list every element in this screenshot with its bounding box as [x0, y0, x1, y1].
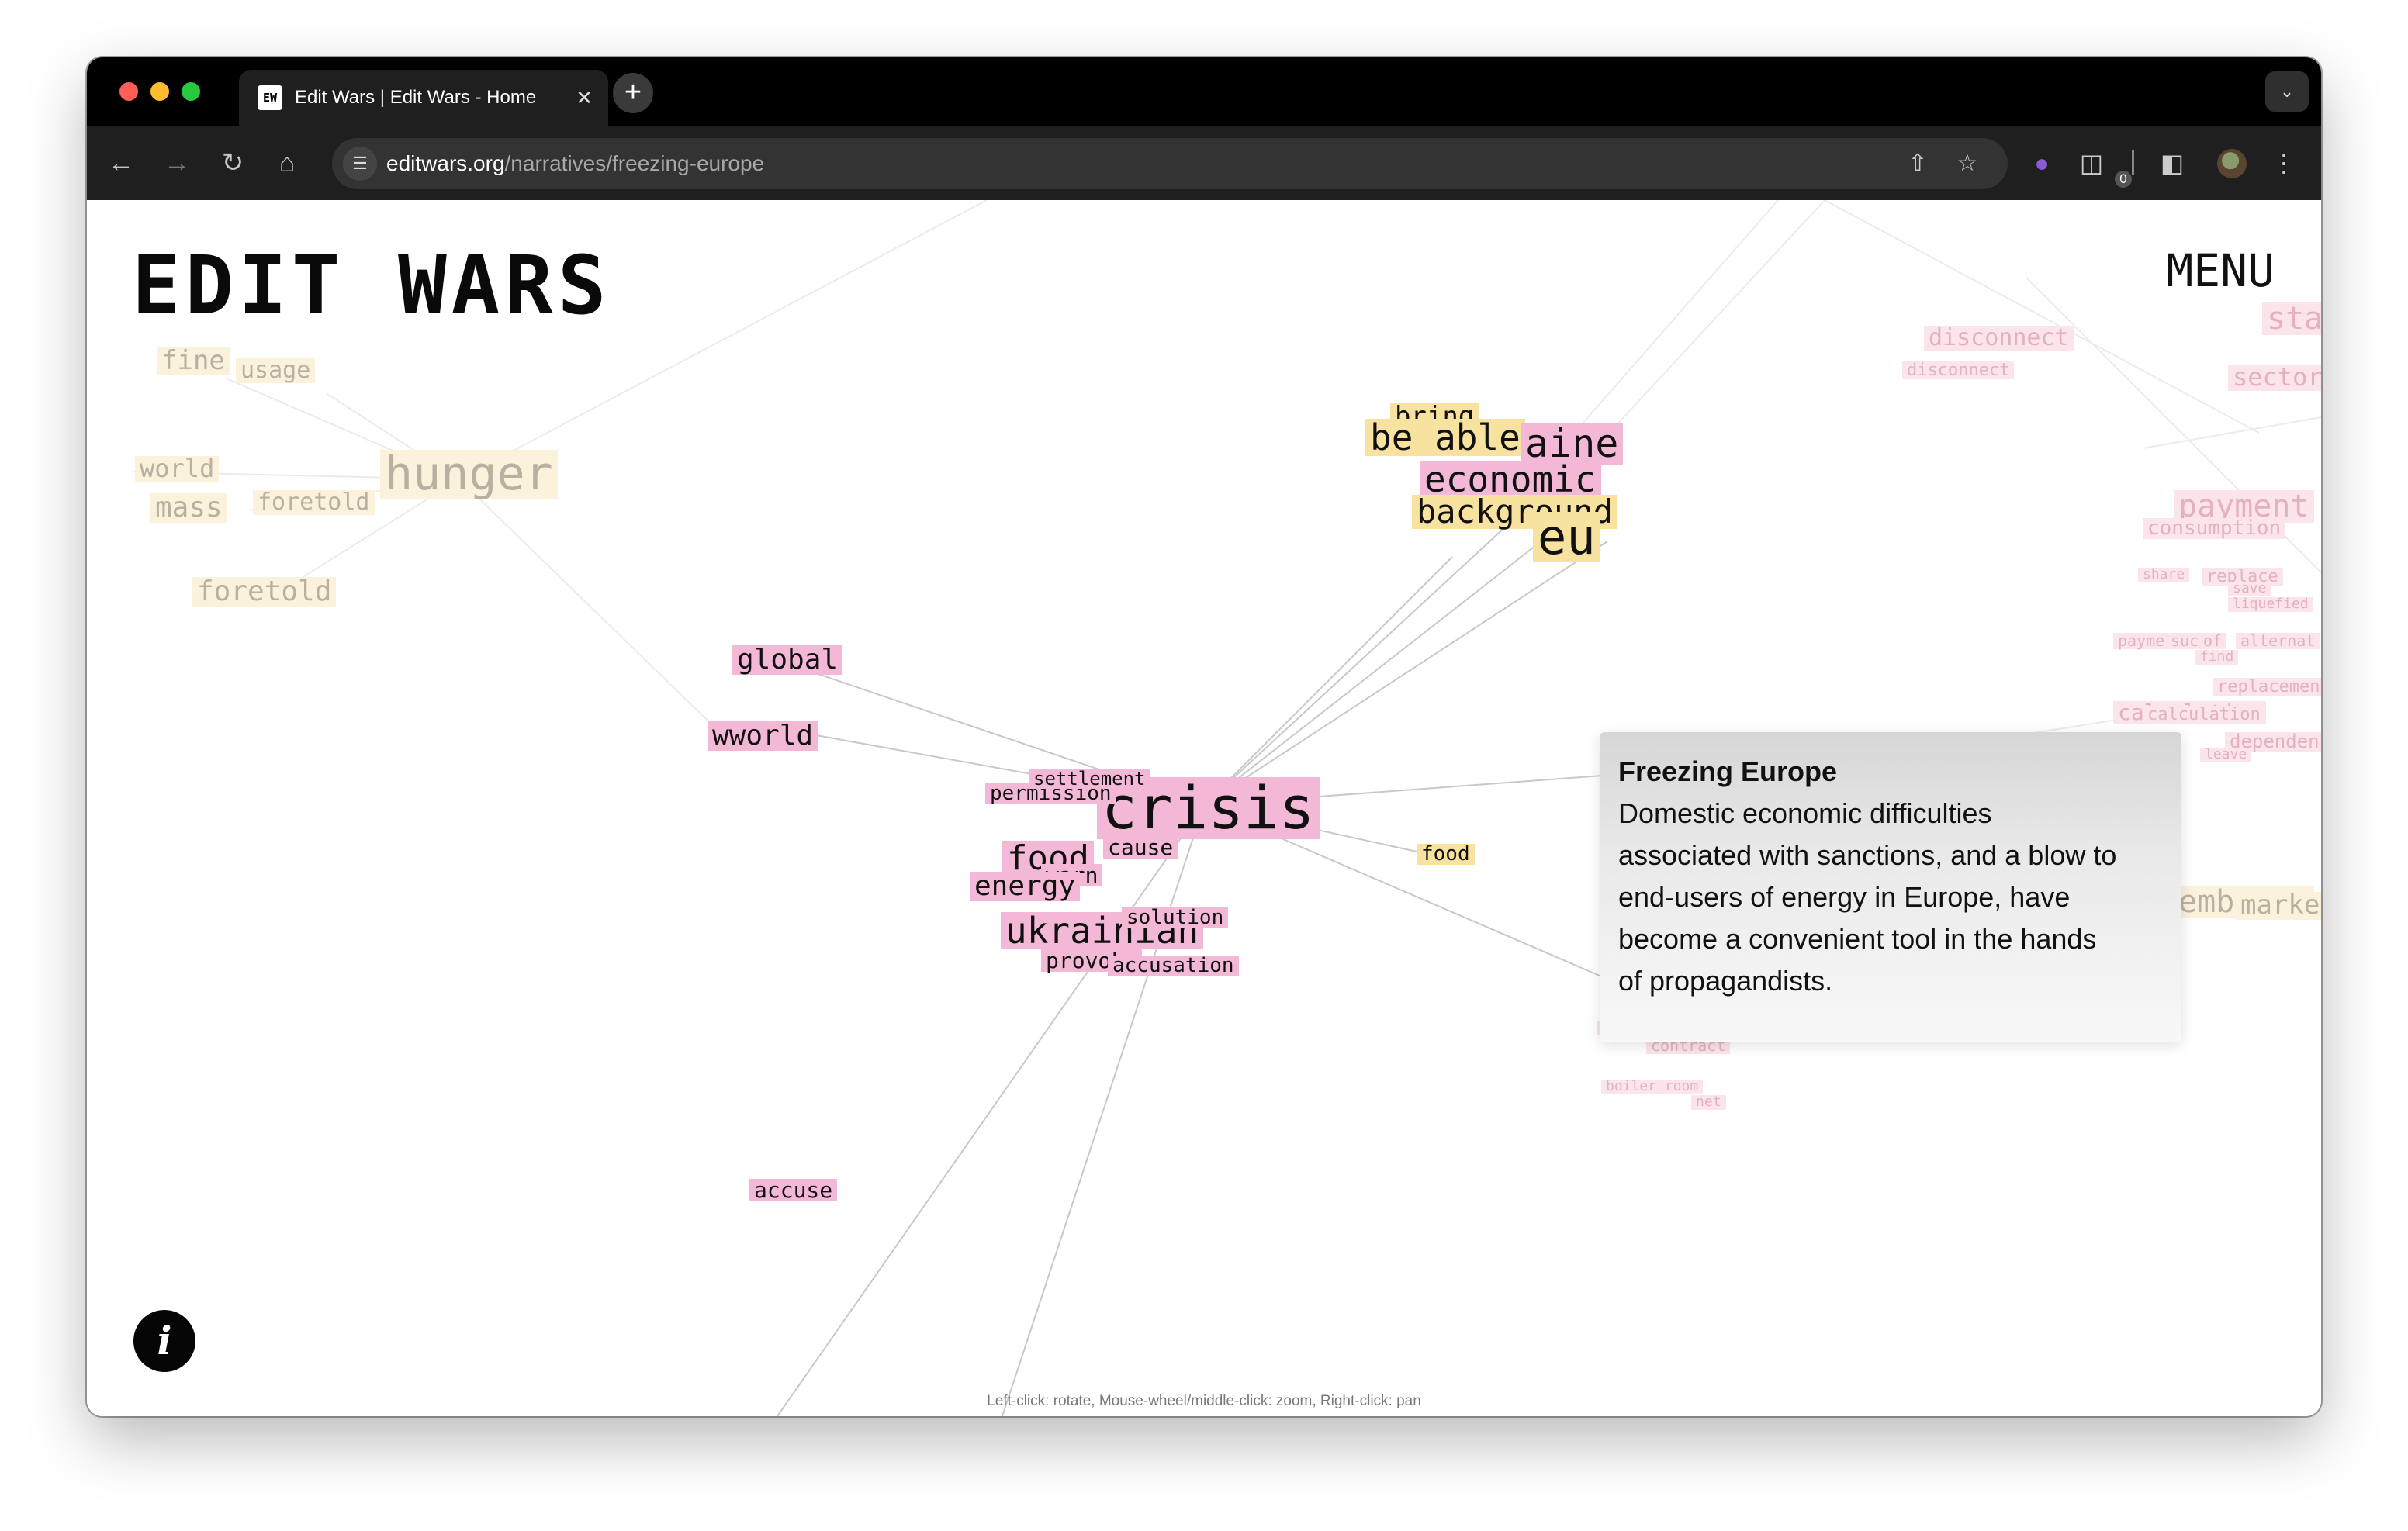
tab-search-chevron-icon[interactable]: ⌄: [2265, 71, 2309, 112]
tab-edit-wars[interactable]: EW Edit Wars | Edit Wars - Home ✕: [239, 70, 608, 126]
menu-button[interactable]: MENU: [2166, 248, 2275, 293]
graph-word[interactable]: global: [732, 645, 843, 675]
graph-word[interactable]: share: [2138, 567, 2190, 582]
tab-bar: EW Edit Wars | Edit Wars - Home ✕ + ⌄: [87, 57, 2321, 126]
graph-word[interactable]: hunger: [380, 450, 558, 499]
info-icon[interactable]: i: [133, 1310, 195, 1372]
back-icon[interactable]: ←: [102, 144, 140, 181]
graph-word[interactable]: foretold: [253, 490, 375, 515]
toolbar-divider: [2132, 150, 2134, 175]
favicon-icon: EW: [258, 85, 282, 110]
sidebar-icon[interactable]: ◧: [2154, 144, 2191, 181]
navigation-bar: ← → ↻ ⌂ ☰ editwars.org/narratives/freezi…: [87, 126, 2321, 200]
close-icon[interactable]: ✕: [576, 85, 593, 110]
graph-word[interactable]: disconnect: [1902, 361, 2015, 379]
site-logo[interactable]: EDIT WARS: [132, 245, 611, 326]
graph-word[interactable]: food: [1417, 843, 1475, 866]
bookmark-star-icon[interactable]: ☆: [1949, 145, 1986, 182]
graph-word[interactable]: net: [1691, 1094, 1726, 1110]
home-icon[interactable]: ⌂: [268, 144, 306, 181]
extension-icon[interactable]: ●: [2023, 144, 2060, 181]
graph-word[interactable]: liquefied: [2228, 596, 2313, 612]
url-path: /narratives/freezing-europe: [504, 151, 765, 175]
tooltip-line: end-users of energy in Europe, have: [1618, 881, 2071, 913]
page-viewport[interactable]: EDIT WARS MENU fine usage world hunger m…: [87, 200, 2321, 1416]
url-text[interactable]: editwars.org/narratives/freezing-europe: [386, 138, 764, 189]
graph-word[interactable]: fine: [157, 347, 230, 375]
graph-word[interactable]: disconnect: [1924, 326, 2074, 351]
graph-word[interactable]: usage: [236, 358, 316, 383]
maximize-window-button[interactable]: [182, 82, 200, 101]
browser-window: EW Edit Wars | Edit Wars - Home ✕ + ⌄ ← …: [87, 57, 2321, 1416]
reload-icon[interactable]: ↻: [214, 144, 251, 181]
forward-icon[interactable]: →: [158, 144, 195, 181]
graph-word[interactable]: replacemen: [2213, 678, 2321, 696]
graph-word[interactable]: solution: [1122, 907, 1229, 929]
graph-word[interactable]: eu: [1533, 512, 1600, 562]
narrative-tooltip: Freezing Europe Domestic economic diffic…: [1600, 732, 2181, 1042]
extension-badge: 0: [2115, 171, 2132, 188]
graph-word[interactable]: cause: [1103, 836, 1178, 859]
graph-word[interactable]: alternat: [2236, 633, 2320, 649]
graph-word[interactable]: save: [2228, 581, 2271, 596]
graph-word[interactable]: be able: [1365, 419, 1525, 456]
new-tab-button[interactable]: +: [613, 73, 653, 113]
graph-word[interactable]: calculation: [2143, 706, 2265, 724]
tooltip-line: Domestic economic difficulties: [1618, 797, 1992, 829]
minimize-window-button[interactable]: [150, 82, 169, 101]
graph-word[interactable]: sector: [2228, 364, 2321, 391]
graph-word[interactable]: accuse: [749, 1179, 838, 1201]
more-icon[interactable]: ⋮: [2265, 144, 2302, 181]
tab-title: Edit Wars | Edit Wars - Home: [295, 87, 537, 108]
close-window-button[interactable]: [119, 82, 138, 101]
graph-word[interactable]: of: [2199, 633, 2227, 649]
profile-avatar[interactable]: [2217, 149, 2247, 178]
url-domain: editwars.org: [386, 151, 505, 175]
graph-word[interactable]: wworld: [708, 721, 818, 751]
site-info-icon[interactable]: ☰: [343, 147, 377, 181]
tooltip-line: associated with sanctions, and a blow to: [1618, 839, 2117, 871]
graph-word[interactable]: sta: [2262, 302, 2321, 335]
graph-word[interactable]: energy: [970, 872, 1081, 901]
controls-hint: Left-click: rotate, Mouse-wheel/middle-c…: [987, 1393, 1421, 1409]
graph-word[interactable]: boiler room: [1601, 1079, 1704, 1094]
graph-word[interactable]: consumption: [2143, 517, 2286, 540]
share-icon[interactable]: ⇧: [1899, 145, 1936, 182]
graph-word[interactable]: foretold: [192, 577, 337, 607]
tooltip-line: become a convenient tool in the hands: [1618, 923, 2097, 955]
graph-word[interactable]: find: [2195, 649, 2239, 665]
graph-word[interactable]: accusation: [1108, 955, 1239, 977]
graph-word[interactable]: settlement: [1029, 769, 1150, 790]
graph-word[interactable]: leave: [2200, 747, 2252, 762]
graph-word[interactable]: market: [2236, 891, 2321, 920]
graph-word[interactable]: world: [135, 455, 220, 482]
tooltip-line: of propagandists.: [1618, 965, 1833, 997]
puzzle-icon[interactable]: ◫: [2073, 144, 2110, 181]
address-bar[interactable]: ☰ editwars.org/narratives/freezing-europ…: [332, 138, 2008, 189]
tooltip-title: Freezing Europe: [1618, 755, 1838, 787]
graph-word[interactable]: mass: [150, 493, 227, 523]
